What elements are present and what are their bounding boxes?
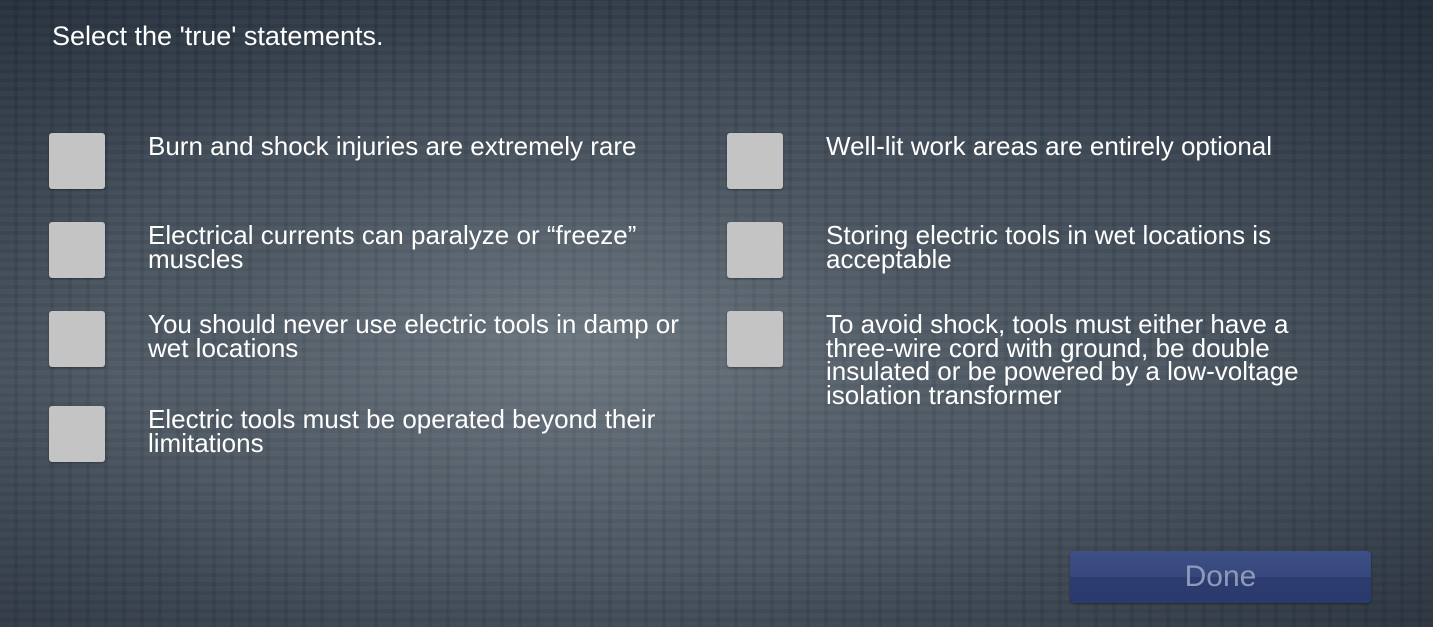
- option-label: Burn and shock injuries are extremely ra…: [148, 131, 637, 161]
- option-checkbox[interactable]: [49, 133, 105, 189]
- option-label: Electrical currents can paralyze or “fre…: [148, 220, 637, 274]
- option-label: Well-lit work areas are entirely optiona…: [826, 131, 1273, 161]
- option-checkbox[interactable]: [49, 222, 105, 278]
- done-button[interactable]: Done: [1070, 551, 1371, 603]
- option-checkbox[interactable]: [727, 133, 783, 189]
- question-prompt: Select the 'true' statements.: [52, 21, 384, 51]
- option-label: Electric tools must be operated beyond t…: [148, 404, 656, 458]
- option-label: Storing electric tools in wet locations …: [826, 220, 1272, 274]
- option-label: You should never use electric tools in d…: [148, 309, 679, 363]
- option-checkbox[interactable]: [49, 406, 105, 462]
- option-checkbox[interactable]: [727, 222, 783, 278]
- option-label: To avoid shock, tools must either have a…: [826, 309, 1299, 410]
- option-checkbox[interactable]: [49, 311, 105, 367]
- option-checkbox[interactable]: [727, 311, 783, 367]
